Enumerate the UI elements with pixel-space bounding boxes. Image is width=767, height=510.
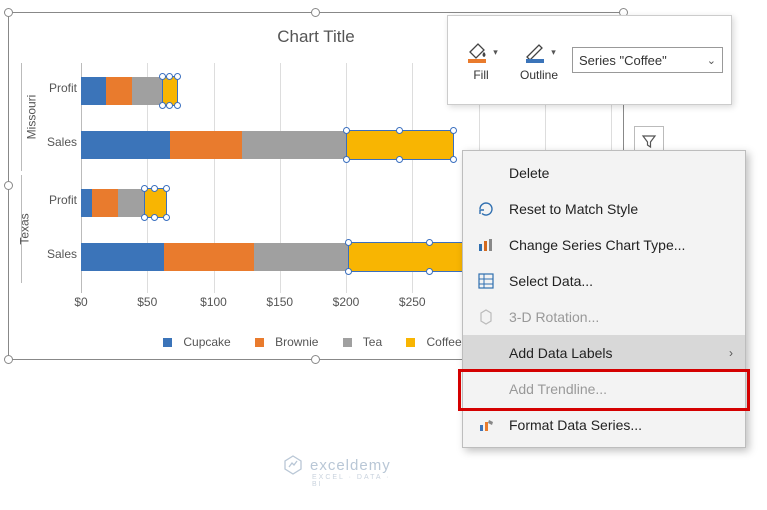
menu-item-add-data-labels[interactable]: Add Data Labels ›	[463, 335, 745, 371]
bar-segment-coffee[interactable]	[163, 77, 177, 105]
mini-toolbar: Fill Outline Series "Coffee" ⌄	[447, 15, 732, 105]
series-selection-outline	[346, 130, 453, 160]
menu-label: Change Series Chart Type...	[509, 237, 685, 253]
series-selector-value: Series "Coffee"	[579, 53, 667, 68]
context-menu: Delete Reset to Match Style Change Serie…	[462, 150, 746, 448]
bar-segment-tea[interactable]	[132, 77, 163, 105]
x-tick-label: $50	[137, 295, 157, 309]
legend-key-icon	[255, 338, 264, 347]
legend-key-icon	[163, 338, 172, 347]
menu-label: 3-D Rotation...	[509, 309, 599, 325]
menu-item-change-chart-type[interactable]: Change Series Chart Type...	[463, 227, 745, 263]
menu-item-delete[interactable]: Delete	[463, 155, 745, 191]
menu-item-add-trendline: Add Trendline...	[463, 371, 745, 407]
rotation-3d-icon	[475, 308, 497, 326]
bar-row[interactable]	[81, 189, 293, 217]
bar-segment-cupcake[interactable]	[81, 243, 164, 271]
reset-style-icon	[475, 200, 497, 218]
fill-bucket-icon	[464, 38, 490, 64]
y-category-label: Profit	[49, 81, 77, 95]
legend-label: Cupcake	[183, 335, 230, 349]
chart-type-icon	[475, 236, 497, 254]
bar-segment-tea[interactable]	[242, 131, 347, 159]
series-selection-outline	[162, 76, 178, 106]
bar-segment-brownie[interactable]	[170, 131, 242, 159]
bar-segment-tea[interactable]	[254, 243, 349, 271]
x-tick-label: $200	[333, 295, 360, 309]
x-tick-label: $0	[74, 295, 87, 309]
bar-segment-brownie[interactable]	[164, 243, 253, 271]
x-tick-label: $100	[200, 295, 227, 309]
fill-button[interactable]: Fill	[456, 38, 506, 82]
bar-segment-brownie[interactable]	[106, 77, 131, 105]
x-tick-label: $250	[399, 295, 426, 309]
watermark: exceldemy EXCEL · DATA · BI	[282, 454, 391, 476]
resize-handle[interactable]	[4, 8, 13, 17]
bar-row[interactable]	[81, 77, 306, 105]
bar-segment-brownie[interactable]	[92, 189, 119, 217]
menu-label: Format Data Series...	[509, 417, 642, 433]
bar-segment-cupcake[interactable]	[81, 189, 92, 217]
chevron-right-icon: ›	[729, 346, 733, 360]
menu-item-reset-style[interactable]: Reset to Match Style	[463, 191, 745, 227]
x-tick-label: $150	[266, 295, 293, 309]
y-category-label: Sales	[47, 135, 77, 149]
chevron-down-icon	[491, 44, 498, 58]
series-selection-outline	[144, 188, 167, 218]
menu-item-3d-rotation: 3-D Rotation...	[463, 299, 745, 335]
bar-segment-coffee[interactable]	[145, 189, 166, 217]
menu-label: Delete	[509, 165, 549, 181]
legend-key-icon	[406, 338, 415, 347]
menu-label: Reset to Match Style	[509, 201, 638, 217]
y-group-label: Missouri	[24, 95, 38, 140]
y-category-label: Profit	[49, 193, 77, 207]
watermark-tagline: EXCEL · DATA · BI	[312, 474, 391, 488]
outline-button[interactable]: Outline	[514, 38, 564, 82]
watermark-text: exceldemy	[310, 457, 391, 474]
legend-key-icon	[343, 338, 352, 347]
menu-label: Add Data Labels	[509, 345, 613, 361]
menu-label: Add Trendline...	[509, 381, 607, 397]
logo-icon	[282, 454, 304, 476]
legend-label: Tea	[363, 335, 382, 349]
outline-label: Outline	[520, 68, 558, 82]
fill-label: Fill	[473, 68, 488, 82]
format-series-icon	[475, 416, 497, 434]
chevron-down-icon	[549, 44, 556, 58]
menu-item-format-data-series[interactable]: Format Data Series...	[463, 407, 745, 443]
menu-label: Select Data...	[509, 273, 593, 289]
legend-label: Coffee	[426, 335, 461, 349]
bar-segment-cupcake[interactable]	[81, 131, 170, 159]
resize-handle[interactable]	[311, 355, 320, 364]
chevron-down-icon: ⌄	[707, 54, 716, 67]
resize-handle[interactable]	[4, 181, 13, 190]
y-group-label: Texas	[18, 213, 32, 244]
select-data-icon	[475, 272, 497, 290]
chart-element-selector[interactable]: Series "Coffee" ⌄	[572, 47, 723, 73]
bar-row[interactable]	[81, 131, 525, 159]
menu-item-select-data[interactable]: Select Data...	[463, 263, 745, 299]
bar-segment-tea[interactable]	[118, 189, 145, 217]
bar-segment-coffee[interactable]	[347, 131, 452, 159]
resize-handle[interactable]	[4, 355, 13, 364]
bar-segment-cupcake[interactable]	[81, 77, 106, 105]
outline-pen-icon	[522, 38, 548, 64]
y-category-label: Sales	[47, 247, 77, 261]
legend-label: Brownie	[275, 335, 318, 349]
resize-handle[interactable]	[311, 8, 320, 17]
